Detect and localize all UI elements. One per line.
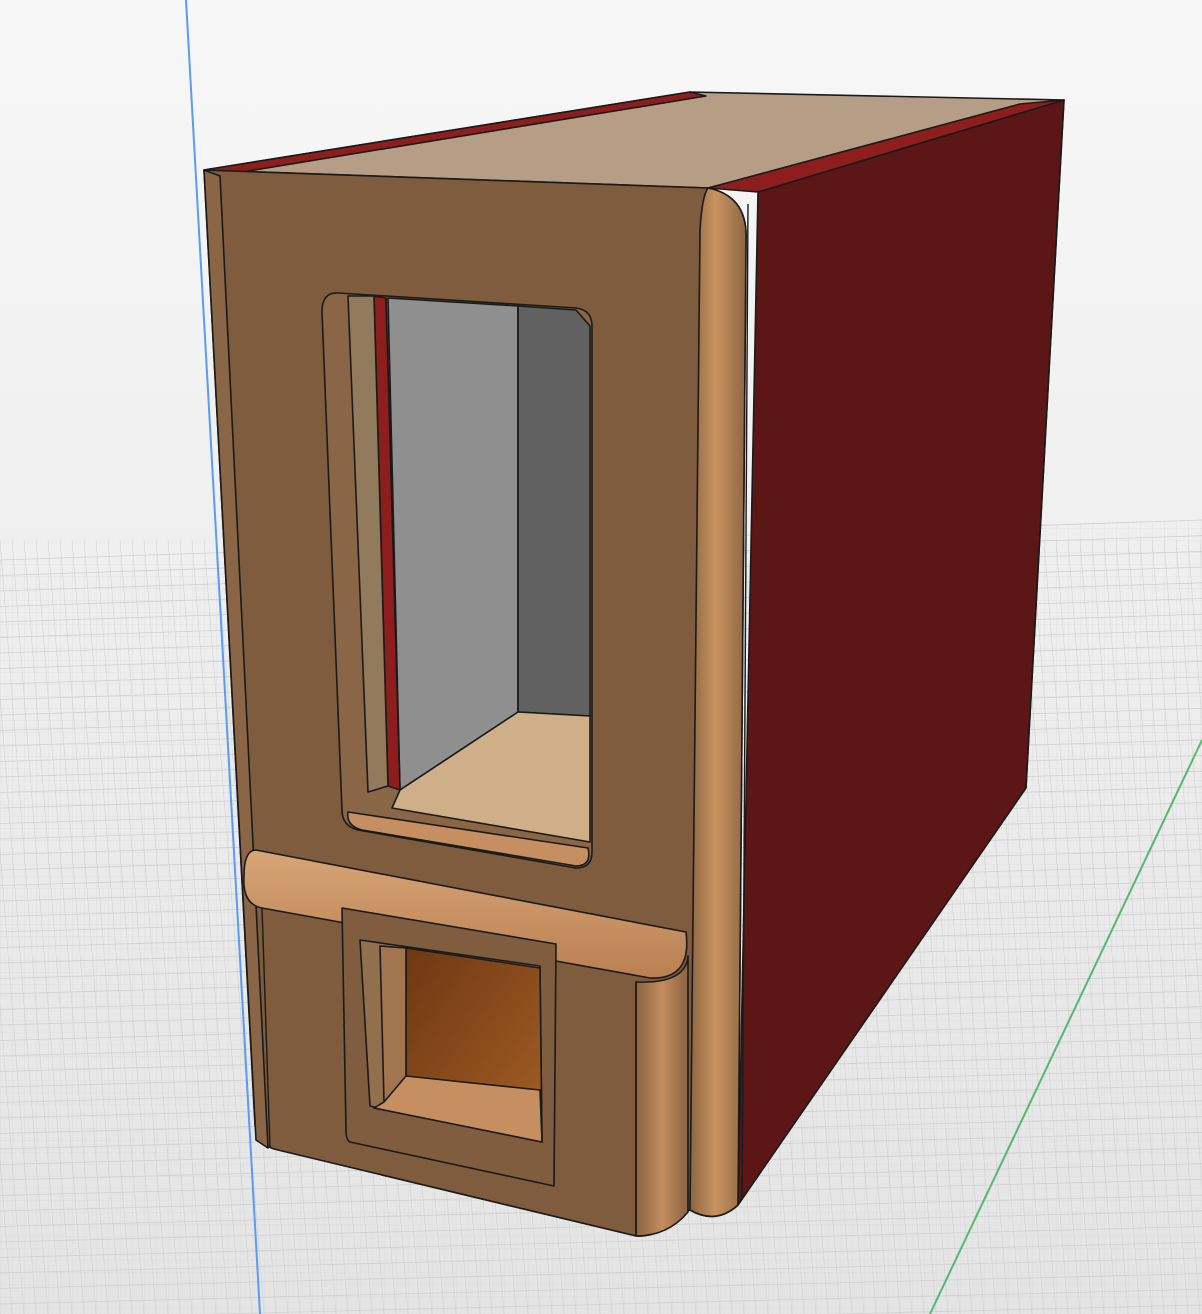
upper-cavity-back-wall [387, 297, 519, 791]
front-right-rounded-edge [689, 187, 747, 1218]
model-canvas[interactable] [0, 0, 1202, 1314]
lower-right-rounded-edge [635, 955, 689, 1237]
upper-cavity-side-wall [517, 305, 591, 717]
lower-cavity-left-wall [379, 945, 407, 1103]
3d-viewport[interactable] [0, 0, 1202, 1314]
